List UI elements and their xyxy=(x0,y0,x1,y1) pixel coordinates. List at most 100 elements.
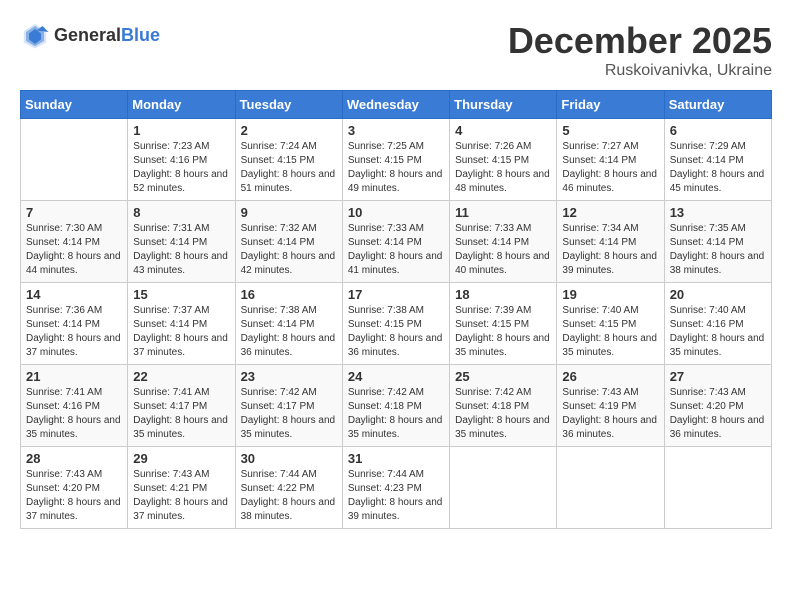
calendar-cell-w1-d3: 10 Sunrise: 7:33 AMSunset: 4:14 PMDayligh… xyxy=(342,201,449,283)
calendar-table: Sunday Monday Tuesday Wednesday Thursday… xyxy=(20,90,772,529)
day-number-28: 28 xyxy=(26,451,122,466)
cell-info-25: Sunrise: 7:42 AMSunset: 4:18 PMDaylight:… xyxy=(455,386,551,442)
calendar-cell-w2-d0: 14 Sunrise: 7:36 AMSunset: 4:14 PMDayligh… xyxy=(21,283,128,365)
day-number-31: 31 xyxy=(348,451,444,466)
day-number-17: 17 xyxy=(348,287,444,302)
cell-info-18: Sunrise: 7:39 AMSunset: 4:15 PMDaylight:… xyxy=(455,304,551,360)
calendar-cell-w0-d4: 4 Sunrise: 7:26 AMSunset: 4:15 PMDaylight… xyxy=(450,119,557,201)
day-number-3: 3 xyxy=(348,123,444,138)
logo-icon xyxy=(20,20,50,50)
month-year-title: December 2025 xyxy=(508,20,772,62)
calendar-cell-w4-d3: 31 Sunrise: 7:44 AMSunset: 4:23 PMDayligh… xyxy=(342,447,449,529)
location-subtitle: Ruskoivanivka, Ukraine xyxy=(508,62,772,80)
header-thursday: Thursday xyxy=(450,91,557,119)
header-saturday: Saturday xyxy=(664,91,771,119)
logo: General Blue xyxy=(20,20,160,50)
logo-general: General xyxy=(54,25,121,46)
cell-info-6: Sunrise: 7:29 AMSunset: 4:14 PMDaylight:… xyxy=(670,140,766,196)
calendar-cell-w2-d6: 20 Sunrise: 7:40 AMSunset: 4:16 PMDayligh… xyxy=(664,283,771,365)
calendar-cell-w1-d1: 8 Sunrise: 7:31 AMSunset: 4:14 PMDaylight… xyxy=(128,201,235,283)
cell-info-27: Sunrise: 7:43 AMSunset: 4:20 PMDaylight:… xyxy=(670,386,766,442)
day-number-5: 5 xyxy=(562,123,658,138)
day-number-8: 8 xyxy=(133,205,229,220)
cell-info-22: Sunrise: 7:41 AMSunset: 4:17 PMDaylight:… xyxy=(133,386,229,442)
day-number-6: 6 xyxy=(670,123,766,138)
cell-info-7: Sunrise: 7:30 AMSunset: 4:14 PMDaylight:… xyxy=(26,222,122,278)
calendar-cell-w1-d6: 13Sunrise: 7:35 AMSunset: 4:14 PMDayligh… xyxy=(664,201,771,283)
calendar-cell-w3-d1: 22 Sunrise: 7:41 AMSunset: 4:17 PMDayligh… xyxy=(128,365,235,447)
calendar-cell-w3-d5: 26 Sunrise: 7:43 AMSunset: 4:19 PMDayligh… xyxy=(557,365,664,447)
calendar-cell-w2-d2: 16 Sunrise: 7:38 AMSunset: 4:14 PMDayligh… xyxy=(235,283,342,365)
day-number-4: 4 xyxy=(455,123,551,138)
day-number-12: 12 xyxy=(562,205,658,220)
calendar-cell-w4-d0: 28 Sunrise: 7:43 AMSunset: 4:20 PMDayligh… xyxy=(21,447,128,529)
calendar-cell-w2-d5: 19 Sunrise: 7:40 AMSunset: 4:15 PMDayligh… xyxy=(557,283,664,365)
calendar-cell-w0-d1: 1Sunrise: 7:23 AMSunset: 4:16 PMDaylight… xyxy=(128,119,235,201)
calendar-cell-w0-d5: 5 Sunrise: 7:27 AMSunset: 4:14 PMDaylight… xyxy=(557,119,664,201)
header-sunday: Sunday xyxy=(21,91,128,119)
week-row-0: 1Sunrise: 7:23 AMSunset: 4:16 PMDaylight… xyxy=(21,119,772,201)
cell-info-28: Sunrise: 7:43 AMSunset: 4:20 PMDaylight:… xyxy=(26,468,122,524)
day-number-30: 30 xyxy=(241,451,337,466)
calendar-cell-w1-d5: 12Sunrise: 7:34 AMSunset: 4:14 PMDayligh… xyxy=(557,201,664,283)
cell-info-26: Sunrise: 7:43 AMSunset: 4:19 PMDaylight:… xyxy=(562,386,658,442)
cell-info-5: Sunrise: 7:27 AMSunset: 4:14 PMDaylight:… xyxy=(562,140,658,196)
cell-info-10: Sunrise: 7:33 AMSunset: 4:14 PMDaylight:… xyxy=(348,222,444,278)
day-number-2: 2 xyxy=(241,123,337,138)
calendar-cell-w4-d6 xyxy=(664,447,771,529)
day-number-15: 15 xyxy=(133,287,229,302)
calendar-cell-w4-d2: 30Sunrise: 7:44 AMSunset: 4:22 PMDayligh… xyxy=(235,447,342,529)
week-row-3: 21 Sunrise: 7:41 AMSunset: 4:16 PMDayligh… xyxy=(21,365,772,447)
day-number-20: 20 xyxy=(670,287,766,302)
calendar-cell-w3-d4: 25 Sunrise: 7:42 AMSunset: 4:18 PMDayligh… xyxy=(450,365,557,447)
cell-info-2: Sunrise: 7:24 AMSunset: 4:15 PMDaylight:… xyxy=(241,140,337,196)
cell-info-14: Sunrise: 7:36 AMSunset: 4:14 PMDaylight:… xyxy=(26,304,122,360)
calendar-cell-w4-d4 xyxy=(450,447,557,529)
day-number-9: 9 xyxy=(241,205,337,220)
week-row-2: 14 Sunrise: 7:36 AMSunset: 4:14 PMDayligh… xyxy=(21,283,772,365)
calendar-cell-w1-d4: 11Sunrise: 7:33 AMSunset: 4:14 PMDayligh… xyxy=(450,201,557,283)
day-number-25: 25 xyxy=(455,369,551,384)
day-number-26: 26 xyxy=(562,369,658,384)
day-number-19: 19 xyxy=(562,287,658,302)
cell-info-4: Sunrise: 7:26 AMSunset: 4:15 PMDaylight:… xyxy=(455,140,551,196)
day-number-13: 13 xyxy=(670,205,766,220)
cell-info-8: Sunrise: 7:31 AMSunset: 4:14 PMDaylight:… xyxy=(133,222,229,278)
calendar-cell-w1-d2: 9 Sunrise: 7:32 AMSunset: 4:14 PMDaylight… xyxy=(235,201,342,283)
calendar-cell-w0-d3: 3 Sunrise: 7:25 AMSunset: 4:15 PMDaylight… xyxy=(342,119,449,201)
title-block: December 2025 Ruskoivanivka, Ukraine xyxy=(508,20,772,80)
calendar-cell-w0-d0 xyxy=(21,119,128,201)
day-number-10: 10 xyxy=(348,205,444,220)
day-number-14: 14 xyxy=(26,287,122,302)
calendar-cell-w1-d0: 7 Sunrise: 7:30 AMSunset: 4:14 PMDaylight… xyxy=(21,201,128,283)
cell-info-24: Sunrise: 7:42 AMSunset: 4:18 PMDaylight:… xyxy=(348,386,444,442)
cell-info-29: Sunrise: 7:43 AMSunset: 4:21 PMDaylight:… xyxy=(133,468,229,524)
header-friday: Friday xyxy=(557,91,664,119)
cell-info-31: Sunrise: 7:44 AMSunset: 4:23 PMDaylight:… xyxy=(348,468,444,524)
day-number-23: 23 xyxy=(241,369,337,384)
day-number-21: 21 xyxy=(26,369,122,384)
day-number-24: 24 xyxy=(348,369,444,384)
day-number-7: 7 xyxy=(26,205,122,220)
cell-info-19: Sunrise: 7:40 AMSunset: 4:15 PMDaylight:… xyxy=(562,304,658,360)
day-number-22: 22 xyxy=(133,369,229,384)
day-number-16: 16 xyxy=(241,287,337,302)
calendar-cell-w3-d0: 21 Sunrise: 7:41 AMSunset: 4:16 PMDayligh… xyxy=(21,365,128,447)
day-number-18: 18 xyxy=(455,287,551,302)
cell-info-9: Sunrise: 7:32 AMSunset: 4:14 PMDaylight:… xyxy=(241,222,337,278)
cell-info-21: Sunrise: 7:41 AMSunset: 4:16 PMDaylight:… xyxy=(26,386,122,442)
calendar-cell-w2-d4: 18 Sunrise: 7:39 AMSunset: 4:15 PMDayligh… xyxy=(450,283,557,365)
calendar-cell-w2-d1: 15 Sunrise: 7:37 AMSunset: 4:14 PMDayligh… xyxy=(128,283,235,365)
cell-info-20: Sunrise: 7:40 AMSunset: 4:16 PMDaylight:… xyxy=(670,304,766,360)
calendar-cell-w4-d1: 29Sunrise: 7:43 AMSunset: 4:21 PMDayligh… xyxy=(128,447,235,529)
calendar-cell-w3-d3: 24 Sunrise: 7:42 AMSunset: 4:18 PMDayligh… xyxy=(342,365,449,447)
calendar-cell-w3-d6: 27Sunrise: 7:43 AMSunset: 4:20 PMDayligh… xyxy=(664,365,771,447)
cell-info-23: Sunrise: 7:42 AMSunset: 4:17 PMDaylight:… xyxy=(241,386,337,442)
header-monday: Monday xyxy=(128,91,235,119)
cell-info-1: Sunrise: 7:23 AMSunset: 4:16 PMDaylight:… xyxy=(133,140,229,196)
cell-info-15: Sunrise: 7:37 AMSunset: 4:14 PMDaylight:… xyxy=(133,304,229,360)
calendar-cell-w4-d5 xyxy=(557,447,664,529)
cell-info-16: Sunrise: 7:38 AMSunset: 4:14 PMDaylight:… xyxy=(241,304,337,360)
logo-blue: Blue xyxy=(121,25,160,46)
cell-info-3: Sunrise: 7:25 AMSunset: 4:15 PMDaylight:… xyxy=(348,140,444,196)
